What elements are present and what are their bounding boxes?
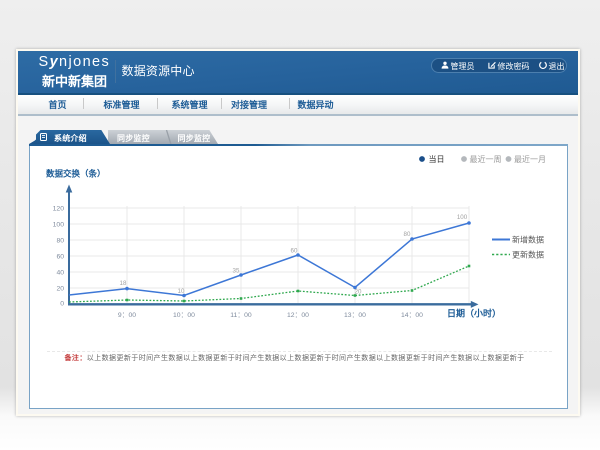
svg-text:日期（小时）: 日期（小时） bbox=[447, 308, 501, 319]
svg-text:80: 80 bbox=[56, 238, 64, 245]
svg-text:10: 10 bbox=[178, 288, 185, 295]
svg-text:14：00: 14：00 bbox=[401, 312, 423, 319]
svg-text:数据交换（条）: 数据交换（条） bbox=[46, 169, 106, 179]
svg-text:新增数据: 新增数据 bbox=[512, 235, 544, 245]
svg-text:12：00: 12：00 bbox=[287, 312, 309, 319]
svg-text:60: 60 bbox=[56, 254, 64, 261]
svg-text:100: 100 bbox=[457, 214, 468, 221]
svg-text:120: 120 bbox=[53, 206, 65, 213]
svg-text:100: 100 bbox=[53, 222, 65, 229]
svg-text:80: 80 bbox=[404, 231, 411, 238]
svg-text:35: 35 bbox=[233, 268, 240, 275]
svg-text:最近一周: 最近一周 bbox=[470, 154, 502, 164]
svg-text:20: 20 bbox=[355, 289, 362, 296]
svg-text:11：00: 11：00 bbox=[230, 312, 252, 319]
svg-text:13：00: 13：00 bbox=[344, 312, 366, 319]
svg-text:当日: 当日 bbox=[429, 154, 445, 164]
svg-text:最近一月: 最近一月 bbox=[514, 154, 546, 164]
svg-text:20: 20 bbox=[56, 286, 64, 293]
svg-text:0: 0 bbox=[60, 301, 64, 308]
svg-text:10：00: 10：00 bbox=[173, 312, 195, 319]
svg-text:9：00: 9：00 bbox=[118, 312, 136, 319]
svg-text:18: 18 bbox=[120, 280, 127, 287]
svg-text:60: 60 bbox=[291, 248, 298, 255]
svg-text:40: 40 bbox=[56, 270, 64, 277]
svg-text:更新数据: 更新数据 bbox=[512, 250, 544, 260]
